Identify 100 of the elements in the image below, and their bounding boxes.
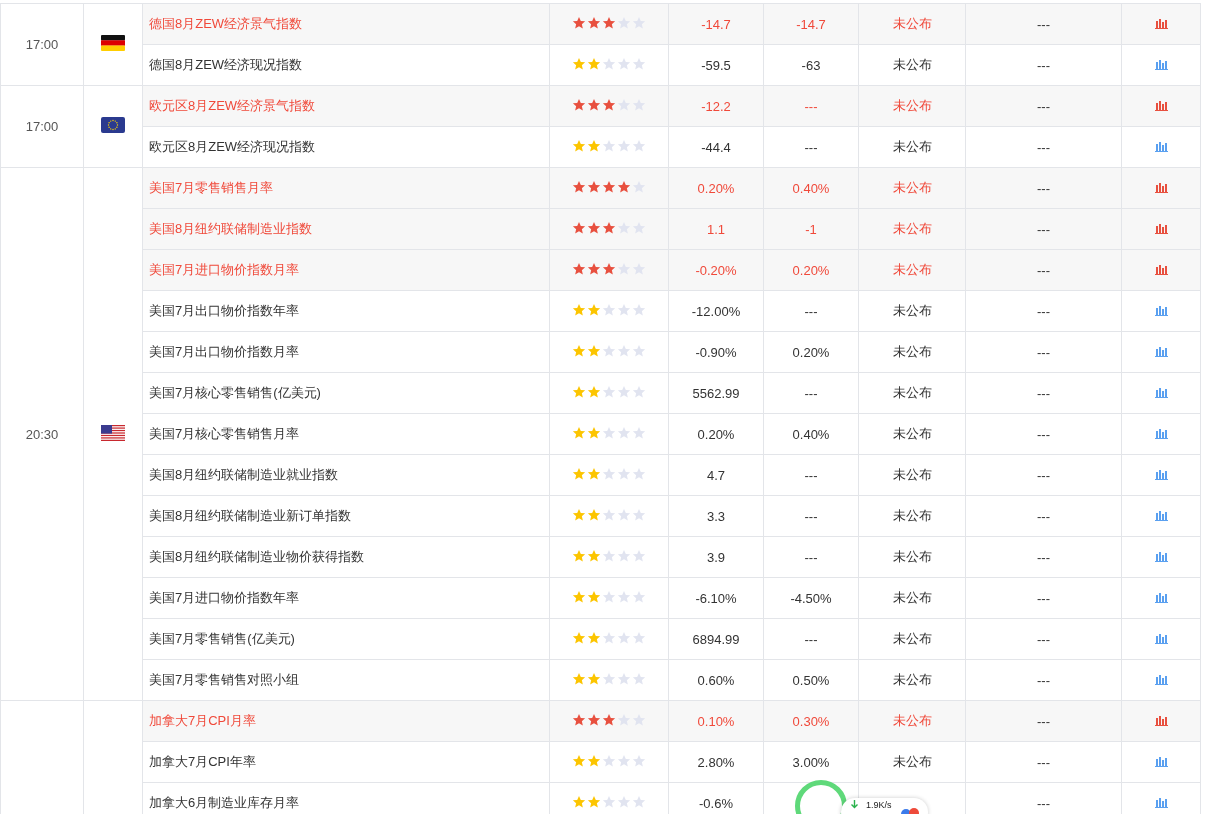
table-cell: --- [965,618,1122,660]
bar-chart-icon[interactable] [1154,509,1168,521]
bar-chart-icon[interactable] [1154,796,1168,808]
bar-chart-icon[interactable] [1154,468,1168,480]
actual-value: 未公布 [858,167,966,209]
indicator-name: 美国7月出口物价指数年率 [142,290,550,332]
forecast-value: 0.40% [763,413,859,455]
actual-value: 未公布 [858,331,966,373]
eu-flag-icon [101,117,125,133]
previous-value: 4.7 [668,454,764,496]
forecast-value: --- [763,290,859,332]
indicator-name: 德国8月ZEW经济景气指数 [142,3,550,45]
bar-chart-icon[interactable] [1154,673,1168,685]
forecast-value: -14.7 [763,3,859,45]
previous-value: -12.00% [668,290,764,332]
indicator-name: 美国7月核心零售销售月率 [142,413,550,455]
time-text: 17:00 [25,119,59,134]
previous-value: 0.20% [668,167,764,209]
table-cell: --- [965,454,1122,496]
indicator-name: 欧元区8月ZEW经济现况指数 [142,126,550,168]
previous-value: 0.60% [668,659,764,701]
bar-chart-icon[interactable] [1154,755,1168,767]
forecast-value: --- [763,454,859,496]
actual-value: 未公布 [858,3,966,45]
previous-value: -12.2 [668,85,764,127]
actual-value: 未公布 [858,290,966,332]
previous-value: 0.20% [668,413,764,455]
indicator-name: 美国7月进口物价指数年率 [142,577,550,619]
actual-value: 未公布 [858,659,966,701]
bar-chart-icon[interactable] [1154,714,1168,726]
actual-value: 未公布 [858,372,966,414]
actual-value: 未公布 [858,454,966,496]
previous-value: -59.5 [668,44,764,86]
bar-chart-icon[interactable] [1154,304,1168,316]
forecast-value: 0.20% [763,249,859,291]
actual-value: 未公布 [858,208,966,250]
actual-value: 未公布 [858,44,966,86]
actual-value: 未公布 [858,126,966,168]
forecast-value: 3.00% [763,741,859,783]
bar-chart-icon[interactable] [1154,427,1168,439]
previous-value: 3.9 [668,536,764,578]
table-cell: --- [965,782,1122,814]
table-cell: --- [965,208,1122,250]
indicator-name: 德国8月ZEW经济现况指数 [142,44,550,86]
table-cell: --- [965,126,1122,168]
forecast-value: 0.30% [763,700,859,742]
speed-widget[interactable]: 1.9K/s [795,780,928,814]
download-arrow-icon [851,800,858,809]
indicator-name: 加拿大7月CPI年率 [142,741,550,783]
indicator-name: 美国8月纽约联储制造业新订单指数 [142,495,550,537]
time-text: 20:30 [25,426,59,442]
previous-value: -0.90% [668,331,764,373]
table-cell: --- [965,577,1122,619]
actual-value: 未公布 [858,413,966,455]
table-cell: --- [965,536,1122,578]
bar-chart-icon[interactable] [1154,345,1168,357]
bar-chart-icon[interactable] [1154,263,1168,275]
table-cell: --- [965,372,1122,414]
indicator-name: 美国7月零售销售月率 [142,167,550,209]
table-cell: --- [965,249,1122,291]
us-flag-icon [101,424,125,441]
table-cell: --- [965,3,1122,45]
bar-chart-icon[interactable] [1154,181,1168,193]
previous-value: 3.3 [668,495,764,537]
indicator-name: 美国7月零售销售(亿美元) [142,618,550,660]
bar-chart-icon[interactable] [1154,550,1168,562]
previous-value: -6.10% [668,577,764,619]
previous-value: 6894.99 [668,618,764,660]
bar-chart-icon[interactable] [1154,386,1168,398]
bar-chart-icon[interactable] [1154,222,1168,234]
actual-value: 未公布 [858,249,966,291]
time-text: 17:00 [25,37,59,52]
bar-chart-icon[interactable] [1154,17,1168,29]
table-cell: --- [965,44,1122,86]
indicator-name: 欧元区8月ZEW经济景气指数 [142,85,550,127]
indicator-name: 美国7月出口物价指数月率 [142,331,550,373]
bar-chart-icon[interactable] [1154,140,1168,152]
forecast-value: --- [763,372,859,414]
actual-value: 未公布 [858,536,966,578]
actual-value: 未公布 [858,741,966,783]
previous-value: -14.7 [668,3,764,45]
forecast-value: --- [763,495,859,537]
previous-value: -0.6% [668,782,764,814]
forecast-value: 0.50% [763,659,859,701]
table-cell: --- [965,85,1122,127]
table-cell: --- [965,700,1122,742]
bar-chart-icon[interactable] [1154,591,1168,603]
bar-chart-icon[interactable] [1154,58,1168,70]
bar-chart-icon[interactable] [1154,632,1168,644]
indicator-name: 美国8月纽约联储制造业指数 [142,208,550,250]
bar-chart-icon[interactable] [1154,99,1168,111]
indicator-name: 美国7月核心零售销售(亿美元) [142,372,550,414]
actual-value: 未公布 [858,85,966,127]
indicator-name: 加拿大6月制造业库存月率 [142,782,550,814]
previous-value: 5562.99 [668,372,764,414]
logo-icon [899,806,920,814]
forecast-value: 0.40% [763,167,859,209]
speed-text: 1.9K/s [866,800,892,810]
indicator-name: 美国8月纽约联储制造业物价获得指数 [142,536,550,578]
table-cell: --- [965,413,1122,455]
